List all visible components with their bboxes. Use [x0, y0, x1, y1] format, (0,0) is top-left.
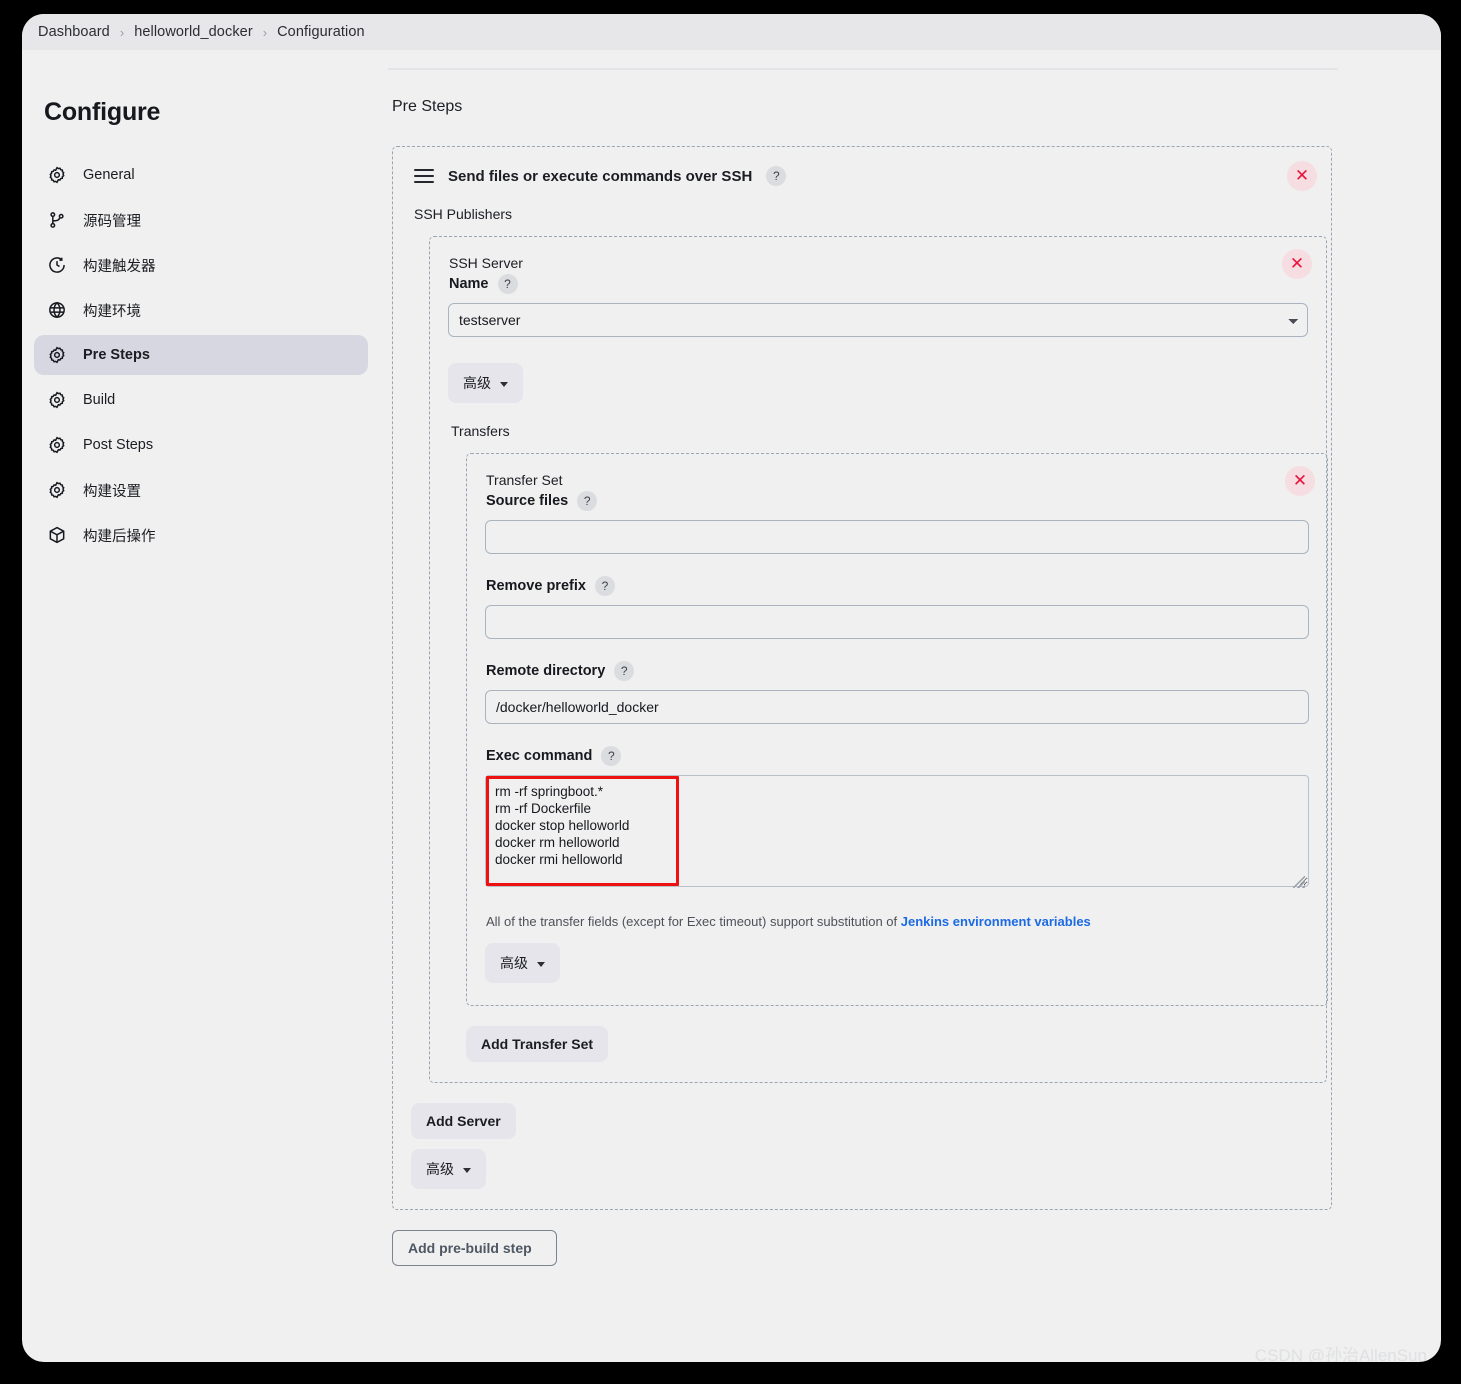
box-icon [46, 524, 68, 546]
breadcrumb: Dashboard › helloworld_docker › Configur… [22, 14, 1441, 50]
globe-icon [46, 299, 68, 321]
help-icon[interactable]: ? [594, 576, 615, 596]
main-content: Pre Steps ✕ Send files or execute comman… [380, 50, 1441, 1362]
ssh-server-heading: SSH Server [449, 255, 523, 271]
chevron-down-icon [500, 381, 508, 387]
gear-icon [46, 164, 68, 186]
gear-icon [46, 479, 68, 501]
exec-command-label: Exec command ? [486, 746, 1309, 766]
gear-icon [46, 389, 68, 411]
build-step-title: Send files or execute commands over SSH [448, 167, 753, 185]
transfer-set-heading: Transfer Set [486, 472, 563, 488]
ssh-server-name-select[interactable]: testserver [448, 303, 1308, 337]
remote-directory-label: Remote directory ? [486, 661, 1309, 681]
label-text: Source files [486, 493, 569, 509]
remote-directory-input[interactable] [485, 690, 1309, 724]
app-window: Dashboard › helloworld_docker › Configur… [22, 14, 1441, 1362]
sidebar-item-build-environment[interactable]: 构建环境 [34, 290, 368, 330]
source-files-label: Source files ? [486, 491, 1309, 511]
sidebar-item-label: Post Steps [83, 437, 154, 453]
breadcrumb-separator: › [262, 24, 268, 40]
add-transfer-set-button[interactable]: Add Transfer Set [466, 1026, 609, 1062]
breadcrumb-item-job[interactable]: helloworld_docker [134, 24, 253, 40]
delete-transfer-set-button[interactable]: ✕ [1285, 466, 1315, 496]
add-pre-build-step-button[interactable]: Add pre-build step [392, 1230, 557, 1266]
label-text: Exec command [486, 748, 593, 764]
button-label: 高级 [426, 1161, 454, 1177]
gear-icon [46, 344, 68, 366]
watermark: CSDN @孙治AllenSun [1254, 1346, 1427, 1362]
ssh-server-card: ✕ SSH Server Name ? testserver 高级 Transf… [429, 236, 1328, 1083]
delete-step-button[interactable]: ✕ [1287, 161, 1317, 191]
transfer-set-card: ✕ Transfer Set Source files ? Remove pre… [466, 453, 1328, 1006]
sidebar-item-label: Pre Steps [83, 347, 150, 363]
transfers-label: Transfers [451, 423, 510, 439]
gear-icon [46, 434, 68, 456]
sidebar-item-label: General [83, 167, 135, 183]
remove-prefix-label: Remove prefix ? [486, 576, 1309, 596]
help-icon[interactable]: ? [577, 491, 598, 511]
note-text: All of the transfer fields (except for E… [486, 914, 901, 929]
remove-prefix-input[interactable] [485, 605, 1309, 639]
sidebar-item-build-triggers[interactable]: 构建触发器 [34, 245, 368, 285]
server-advanced-button[interactable]: 高级 [448, 363, 523, 403]
environment-variables-note: All of the transfer fields (except for E… [486, 914, 1309, 929]
sidebar-item-label: 源码管理 [83, 213, 141, 230]
sidebar-item-build-settings[interactable]: 构建设置 [34, 470, 368, 510]
exec-command-textarea[interactable] [485, 775, 1309, 887]
breadcrumb-item-dashboard[interactable]: Dashboard [38, 24, 110, 40]
breadcrumb-separator: › [119, 24, 125, 40]
sidebar: Configure General 源码管理 构建触发器 构建环境 Pre St… [22, 50, 380, 1362]
source-files-field: Source files ? [485, 491, 1309, 554]
branch-icon [46, 209, 68, 231]
source-files-input[interactable] [485, 520, 1309, 554]
build-step-header: Send files or execute commands over SSH … [414, 166, 1313, 186]
ssh-server-name-label: Name ? [449, 274, 1308, 294]
help-icon[interactable]: ? [497, 274, 518, 294]
sidebar-item-post-steps[interactable]: Post Steps [34, 425, 368, 465]
transfer-advanced-button[interactable]: 高级 [485, 943, 560, 983]
ssh-publishers-label: SSH Publishers [414, 206, 513, 222]
section-title: Pre Steps [392, 98, 463, 115]
label-text: Remote directory [486, 663, 606, 679]
build-step-card: ✕ Send files or execute commands over SS… [392, 146, 1332, 1210]
button-label: Add pre-build step [408, 1240, 532, 1256]
button-label: Add Server [426, 1113, 501, 1129]
step-advanced-button[interactable]: 高级 [411, 1149, 486, 1189]
remove-prefix-field: Remove prefix ? [485, 576, 1309, 639]
label-text: Name [449, 276, 489, 292]
button-label: 高级 [463, 375, 491, 391]
sidebar-item-label: Build [83, 392, 116, 408]
sidebar-item-source-code-management[interactable]: 源码管理 [34, 200, 368, 240]
remote-directory-field: Remote directory ? [485, 661, 1309, 724]
clock-icon [46, 254, 68, 276]
sidebar-item-pre-steps[interactable]: Pre Steps [34, 335, 368, 375]
button-label: Add Transfer Set [481, 1036, 594, 1052]
exec-command-field: Exec command ? [485, 746, 1309, 892]
sidebar-item-general[interactable]: General [34, 155, 368, 195]
drag-handle-icon[interactable] [414, 169, 434, 183]
page-title: Configure [44, 98, 161, 126]
chevron-down-icon [463, 1167, 471, 1173]
sidebar-item-label: 构建环境 [83, 303, 141, 320]
jenkins-environment-variables-link[interactable]: Jenkins environment variables [901, 914, 1091, 929]
sidebar-item-build[interactable]: Build [34, 380, 368, 420]
sidebar-item-label: 构建触发器 [83, 258, 156, 275]
help-icon[interactable]: ? [601, 746, 622, 766]
help-icon[interactable]: ? [766, 166, 787, 186]
sidebar-item-label: 构建设置 [83, 483, 141, 500]
breadcrumb-item-configuration[interactable]: Configuration [277, 24, 365, 40]
help-icon[interactable]: ? [614, 661, 635, 681]
sidebar-item-post-build-actions[interactable]: 构建后操作 [34, 515, 368, 555]
add-server-button[interactable]: Add Server [411, 1103, 516, 1139]
delete-server-button[interactable]: ✕ [1282, 249, 1312, 279]
label-text: Remove prefix [486, 578, 586, 594]
button-label: 高级 [500, 955, 528, 971]
chevron-down-icon [537, 961, 545, 967]
divider [388, 68, 1338, 70]
sidebar-item-label: 构建后操作 [83, 528, 156, 545]
